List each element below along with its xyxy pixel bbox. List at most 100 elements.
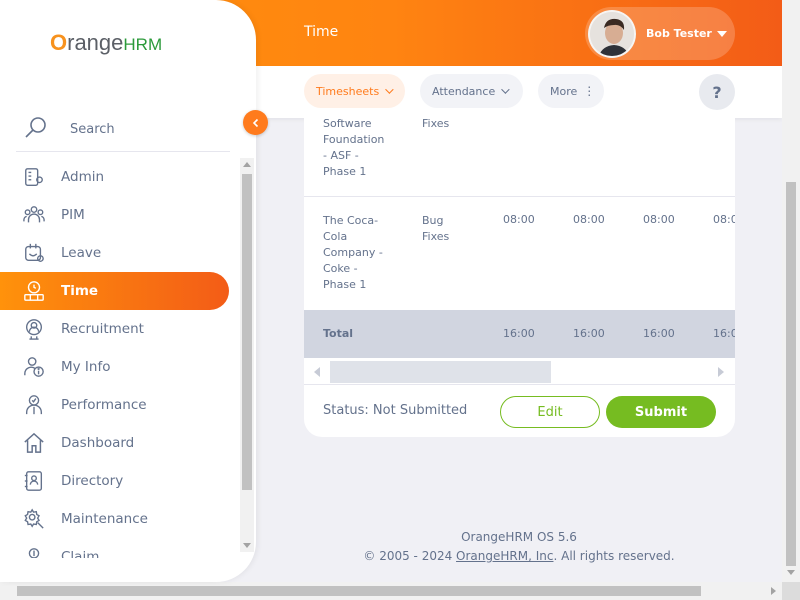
chevron-down-icon xyxy=(501,85,510,94)
logo-word: range xyxy=(67,30,124,55)
scroll-right-icon[interactable] xyxy=(771,587,776,595)
sidebar-item-label: Recruitment xyxy=(61,321,144,337)
kebab-icon: ⋮ xyxy=(583,84,596,98)
project-cell: The Coca- Cola Company - Coke - Phase 1 xyxy=(323,213,383,293)
sidebar-item-leave[interactable]: Leave xyxy=(0,234,240,272)
dashboard-icon xyxy=(22,431,46,455)
chevron-left-icon xyxy=(252,118,258,127)
sidebar: OrangeHRM Search Admin PIM Leave Time Re… xyxy=(0,0,256,582)
search-label: Search xyxy=(70,122,115,137)
copyright-suffix: . All rights reserved. xyxy=(553,549,675,563)
project-line: Coke - xyxy=(323,262,358,275)
chevron-down-icon xyxy=(385,85,394,94)
table-horizontal-scrollbar[interactable] xyxy=(304,359,735,385)
orangehrm-logo[interactable]: OrangeHRM xyxy=(50,30,162,56)
tab-attendance[interactable]: Attendance xyxy=(420,74,523,108)
sidebar-item-label: Claim xyxy=(61,549,100,558)
copyright-text: © 2005 - 2024 OrangeHRM, Inc. All rights… xyxy=(256,547,782,566)
claim-icon xyxy=(22,545,46,558)
sidebar-item-label: Performance xyxy=(61,397,147,413)
time-icon xyxy=(22,279,46,303)
sidebar-scrollbar[interactable] xyxy=(240,158,254,552)
hours-cell: 08:00 xyxy=(713,213,735,226)
version-text: OrangeHRM OS 5.6 xyxy=(461,530,577,544)
logo-hrm: HRM xyxy=(123,35,163,54)
project-line: Cola xyxy=(323,230,348,243)
sidebar-item-my-info[interactable]: My Info xyxy=(0,348,240,386)
project-line: Phase 1 xyxy=(323,165,367,178)
activity-line: Fixes xyxy=(422,230,450,243)
activity-cell: Fixes xyxy=(422,118,449,132)
sidebar-item-maintenance[interactable]: Maintenance xyxy=(0,500,240,538)
tab-timesheets-label: Timesheets xyxy=(316,84,380,98)
edit-button[interactable]: Edit xyxy=(500,396,600,428)
scroll-down-icon[interactable] xyxy=(787,570,795,575)
company-link[interactable]: OrangeHRM, Inc xyxy=(456,549,553,563)
help-label: ? xyxy=(712,82,722,102)
project-line: Company - xyxy=(323,246,383,259)
sidebar-item-time[interactable]: Time xyxy=(0,272,229,310)
scroll-thumb[interactable] xyxy=(242,174,252,490)
scroll-thumb[interactable] xyxy=(17,586,701,596)
sidebar-item-label: My Info xyxy=(61,359,111,375)
total-hours-cell: 16:00 xyxy=(503,327,535,340)
user-name: Bob Tester xyxy=(646,27,712,40)
page-footer: OrangeHRM OS 5.6 © 2005 - 2024 OrangeHRM… xyxy=(256,528,782,566)
maintenance-icon xyxy=(22,507,46,531)
tab-timesheets[interactable]: Timesheets xyxy=(304,74,405,108)
total-hours-cell: 16:00 xyxy=(573,327,605,340)
total-row: Total 16:00 16:00 16:00 16:00 xyxy=(304,310,735,358)
scroll-thumb[interactable] xyxy=(786,182,796,566)
hours-cell: 08:00 xyxy=(573,213,605,226)
sidebar-collapse-button[interactable] xyxy=(243,110,268,135)
sidebar-item-dashboard[interactable]: Dashboard xyxy=(0,424,240,462)
user-dropdown[interactable]: Bob Tester xyxy=(585,7,735,60)
scroll-thumb[interactable] xyxy=(330,361,551,383)
help-button[interactable]: ? xyxy=(699,74,735,110)
submit-button[interactable]: Submit xyxy=(606,396,716,428)
admin-icon xyxy=(22,165,46,189)
directory-icon xyxy=(22,469,46,493)
total-hours-cell: 16:00 xyxy=(713,327,735,340)
tab-more-label: More xyxy=(550,84,578,98)
timesheet-status: Status: Not Submitted xyxy=(323,403,468,418)
top-nav: Timesheets Attendance More ⋮ ? xyxy=(256,66,782,118)
timesheet-card: Software Foundation - ASF - Phase 1 Fixe… xyxy=(304,118,735,437)
total-hours-cell: 16:00 xyxy=(643,327,675,340)
hours-cell: 08:00 xyxy=(503,213,535,226)
sidebar-item-label: Maintenance xyxy=(61,511,148,527)
sidebar-item-claim[interactable]: Claim xyxy=(0,538,240,558)
sidebar-item-label: Dashboard xyxy=(61,435,135,451)
sidebar-item-label: Time xyxy=(61,283,99,299)
hours-cell: 08:00 xyxy=(643,213,675,226)
scroll-up-icon[interactable] xyxy=(243,162,251,167)
activity-line: Fixes xyxy=(422,118,450,130)
user-avatar xyxy=(588,9,636,58)
sidebar-item-directory[interactable]: Directory xyxy=(0,462,240,500)
leave-icon xyxy=(22,241,46,265)
sidebar-item-recruitment[interactable]: Recruitment xyxy=(0,310,240,348)
copyright-prefix: © 2005 - 2024 xyxy=(363,549,457,563)
project-cell: Software Foundation - ASF - Phase 1 xyxy=(323,118,384,180)
row-divider xyxy=(304,196,735,197)
sidebar-item-pim[interactable]: PIM xyxy=(0,196,240,234)
scroll-down-icon[interactable] xyxy=(243,543,251,548)
tab-attendance-label: Attendance xyxy=(432,84,496,98)
sidebar-item-label: Directory xyxy=(61,473,124,489)
sidebar-search[interactable]: Search xyxy=(16,108,230,152)
sidebar-item-label: Admin xyxy=(61,169,105,185)
scroll-right-icon[interactable] xyxy=(718,367,724,377)
page-horizontal-scrollbar[interactable] xyxy=(0,582,782,600)
tab-more[interactable]: More ⋮ xyxy=(538,74,604,108)
project-line: Phase 1 xyxy=(323,278,367,291)
sidebar-menu: Admin PIM Leave Time Recruitment My Info… xyxy=(0,158,240,558)
sidebar-item-admin[interactable]: Admin xyxy=(0,158,240,196)
project-line: Foundation xyxy=(323,133,385,146)
scroll-left-icon[interactable] xyxy=(314,367,320,377)
sidebar-item-performance[interactable]: Performance xyxy=(0,386,240,424)
pim-icon xyxy=(22,203,46,227)
page-vertical-scrollbar[interactable] xyxy=(782,0,800,582)
project-line: Software xyxy=(323,118,372,130)
activity-cell: Bug Fixes xyxy=(422,213,449,245)
sidebar-item-label: Leave xyxy=(61,245,102,261)
